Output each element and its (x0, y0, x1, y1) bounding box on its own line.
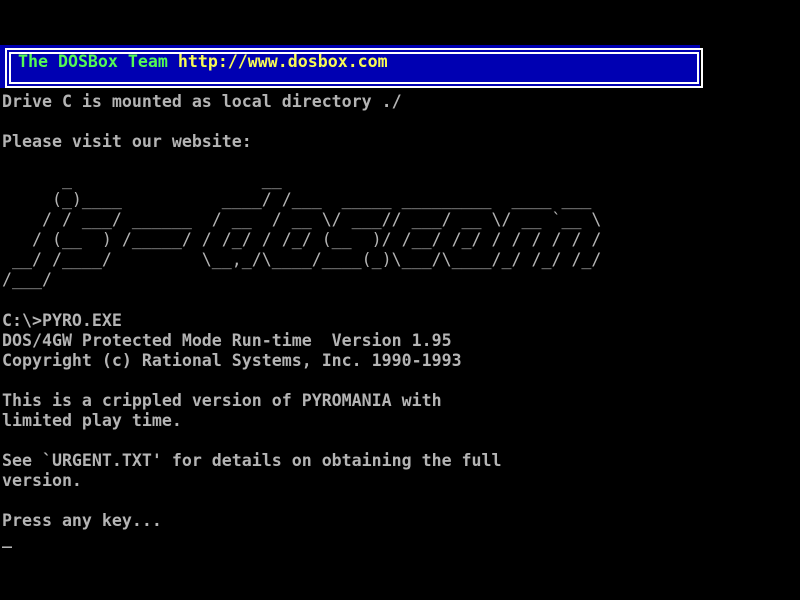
website-invite-line: Please visit our website: (2, 132, 252, 152)
dos4gw-version-line: DOS/4GW Protected Mode Run-time Version … (2, 331, 452, 351)
dos-terminal-screen[interactable]: The DOSBox Team http://www.dosbox.com Dr… (0, 0, 800, 600)
banner-team-label: The DOSBox Team (18, 52, 178, 71)
copyright-line: Copyright (c) Rational Systems, Inc. 199… (2, 351, 462, 371)
banner-text: The DOSBox Team http://www.dosbox.com (18, 52, 388, 72)
terminal-cursor: _ (2, 529, 12, 549)
jsdos-ascii-logo: _ __ (_)____ ____/ /___ _____ _________ … (2, 170, 601, 290)
dosbox-banner: The DOSBox Team http://www.dosbox.com (0, 45, 700, 88)
urgent-notice-line2: version. (2, 471, 82, 491)
press-any-key-line: Press any key... (2, 511, 162, 531)
urgent-notice-line1: See `URGENT.TXT' for details on obtainin… (2, 451, 502, 471)
crippled-notice-line2: limited play time. (2, 411, 182, 431)
command-prompt-line: C:\>PYRO.EXE (2, 311, 122, 331)
mount-status-line: Drive C is mounted as local directory ./ (2, 92, 402, 112)
crippled-notice-line1: This is a crippled version of PYROMANIA … (2, 391, 442, 411)
banner-url-label: http://www.dosbox.com (178, 52, 388, 71)
